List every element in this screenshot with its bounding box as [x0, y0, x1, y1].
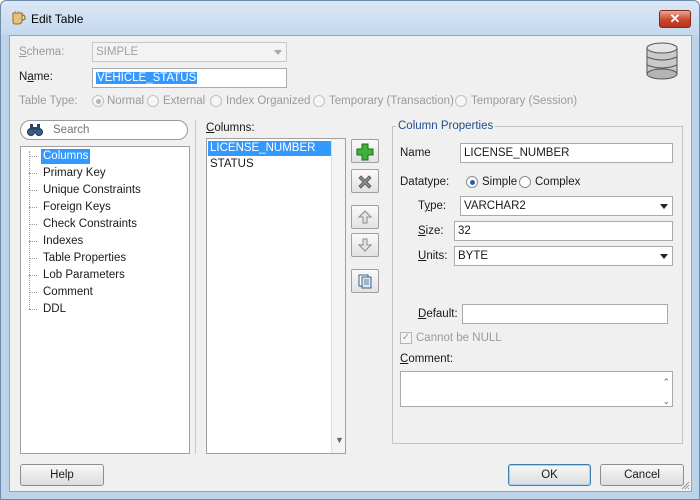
chevron-down-icon: [660, 204, 668, 209]
table-type-normal: Normal: [107, 95, 145, 107]
size-value: 32: [458, 225, 471, 237]
table-type-index-organized: Index Organized: [226, 95, 311, 107]
datatype-label: Datatype:: [400, 176, 450, 188]
radio-complex[interactable]: [519, 176, 531, 188]
tree-line: [29, 151, 30, 309]
arrow-up-icon: [357, 210, 373, 224]
nav-item-primary-key[interactable]: Primary Key: [43, 166, 106, 181]
ok-button[interactable]: OK: [508, 464, 591, 486]
radio-temporary-transaction[interactable]: [313, 95, 325, 107]
move-up-button[interactable]: [351, 205, 379, 229]
nav-item-unique-constraints[interactable]: Unique Constraints: [43, 183, 141, 198]
columns-scrollbar[interactable]: ▼: [331, 139, 345, 453]
nav-item-indexes[interactable]: Indexes: [43, 234, 83, 249]
schema-value: SIMPLE: [96, 46, 139, 58]
app-icon: [12, 10, 26, 25]
column-item-license-number[interactable]: LICENSE_NUMBER: [208, 141, 331, 156]
radio-external[interactable]: [147, 95, 159, 107]
column-name-label: Name: [400, 147, 431, 159]
edit-table-window: Edit Table ✕ Schema: SIMPLE Name: VEHICL…: [0, 0, 700, 500]
window-title: Edit Table: [31, 12, 84, 26]
help-label: Help: [50, 469, 74, 481]
scroll-down-icon[interactable]: ▼: [335, 435, 344, 445]
schema-combo[interactable]: SIMPLE: [92, 42, 287, 62]
table-type-label: Table Type:: [19, 95, 78, 107]
units-combo[interactable]: BYTE: [454, 246, 673, 266]
columns-label: Columns:: [206, 122, 255, 134]
type-combo[interactable]: VARCHAR2: [460, 196, 673, 216]
close-button[interactable]: ✕: [659, 10, 691, 28]
title-bar[interactable]: Edit Table ✕: [1, 1, 699, 35]
copy-icon: [358, 274, 372, 289]
size-input[interactable]: 32: [454, 221, 673, 241]
units-value: BYTE: [458, 250, 489, 262]
nav-item-check-constraints[interactable]: Check Constraints: [43, 217, 137, 232]
arrow-down-icon: [357, 238, 373, 252]
not-null-label: Cannot be NULL: [416, 332, 502, 344]
nav-item-lob-parameters[interactable]: Lob Parameters: [43, 268, 125, 283]
nav-item-ddl[interactable]: DDL: [43, 302, 66, 317]
splitter[interactable]: [195, 120, 196, 454]
copy-column-button[interactable]: [351, 269, 379, 293]
column-item-status[interactable]: STATUS: [208, 157, 331, 172]
move-down-button[interactable]: [351, 233, 379, 257]
nav-item-comment[interactable]: Comment: [43, 285, 93, 300]
datatype-complex: Complex: [535, 176, 581, 188]
name-label: Name:: [19, 71, 53, 83]
radio-normal[interactable]: [92, 95, 104, 107]
table-name-value: VEHICLE_STATUS: [96, 72, 198, 84]
table-type-external: External: [163, 95, 206, 107]
nav-item-columns[interactable]: Columns: [41, 149, 91, 164]
not-null-checkbox[interactable]: ✓: [400, 332, 412, 344]
column-name-value: LICENSE_NUMBER: [464, 147, 570, 159]
default-label: Default:: [418, 308, 458, 320]
dialog-body: Schema: SIMPLE Name: VEHICLE_STATUS Tabl…: [9, 35, 692, 492]
nav-item-foreign-keys[interactable]: Foreign Keys: [43, 200, 111, 215]
search-input[interactable]: [51, 122, 181, 138]
column-properties-legend: Column Properties: [396, 120, 496, 132]
comment-label: Comment:: [400, 353, 454, 365]
resize-grip-icon[interactable]: [680, 480, 690, 490]
table-type-temporary-session: Temporary (Session): [471, 95, 578, 107]
add-column-button[interactable]: [351, 139, 379, 163]
radio-index-organized[interactable]: [210, 95, 222, 107]
help-button[interactable]: Help: [20, 464, 104, 486]
type-value: VARCHAR2: [464, 200, 526, 212]
column-name-input[interactable]: LICENSE_NUMBER: [460, 143, 673, 163]
units-label: Units:: [418, 250, 448, 262]
database-icon: [646, 42, 678, 80]
datatype-simple: Simple: [482, 176, 518, 188]
ok-label: OK: [541, 469, 558, 481]
search-box[interactable]: [20, 120, 188, 140]
comment-textarea[interactable]: ⌃ ⌄: [400, 371, 673, 407]
cancel-label: Cancel: [624, 469, 660, 481]
x-icon: [358, 175, 372, 189]
cancel-button[interactable]: Cancel: [600, 464, 684, 486]
nav-item-table-properties[interactable]: Table Properties: [43, 251, 126, 266]
table-type-temporary-transaction: Temporary (Transaction): [329, 95, 454, 107]
schema-label-text: chema:: [26, 46, 65, 58]
binoculars-icon: [27, 124, 43, 136]
plus-icon: [356, 143, 374, 161]
radio-simple[interactable]: [466, 176, 478, 188]
close-icon: ✕: [669, 11, 681, 26]
radio-temporary-session[interactable]: [455, 95, 467, 107]
remove-column-button[interactable]: [351, 169, 379, 193]
columns-list: LICENSE_NUMBER STATUS ▼: [206, 138, 346, 454]
navigation-tree: Columns Primary Key Unique Constraints F…: [20, 146, 190, 454]
schema-label: Schema:: [19, 46, 65, 58]
size-label: Size:: [418, 225, 444, 237]
chevron-down-icon: [660, 254, 668, 259]
scroll-up-icon[interactable]: ⌃: [662, 373, 670, 391]
default-input[interactable]: [462, 304, 668, 324]
scroll-down-icon[interactable]: ⌄: [662, 392, 670, 406]
chevron-down-icon: [274, 50, 282, 55]
type-label: Type:: [418, 200, 447, 212]
table-name-input[interactable]: VEHICLE_STATUS: [92, 68, 287, 88]
